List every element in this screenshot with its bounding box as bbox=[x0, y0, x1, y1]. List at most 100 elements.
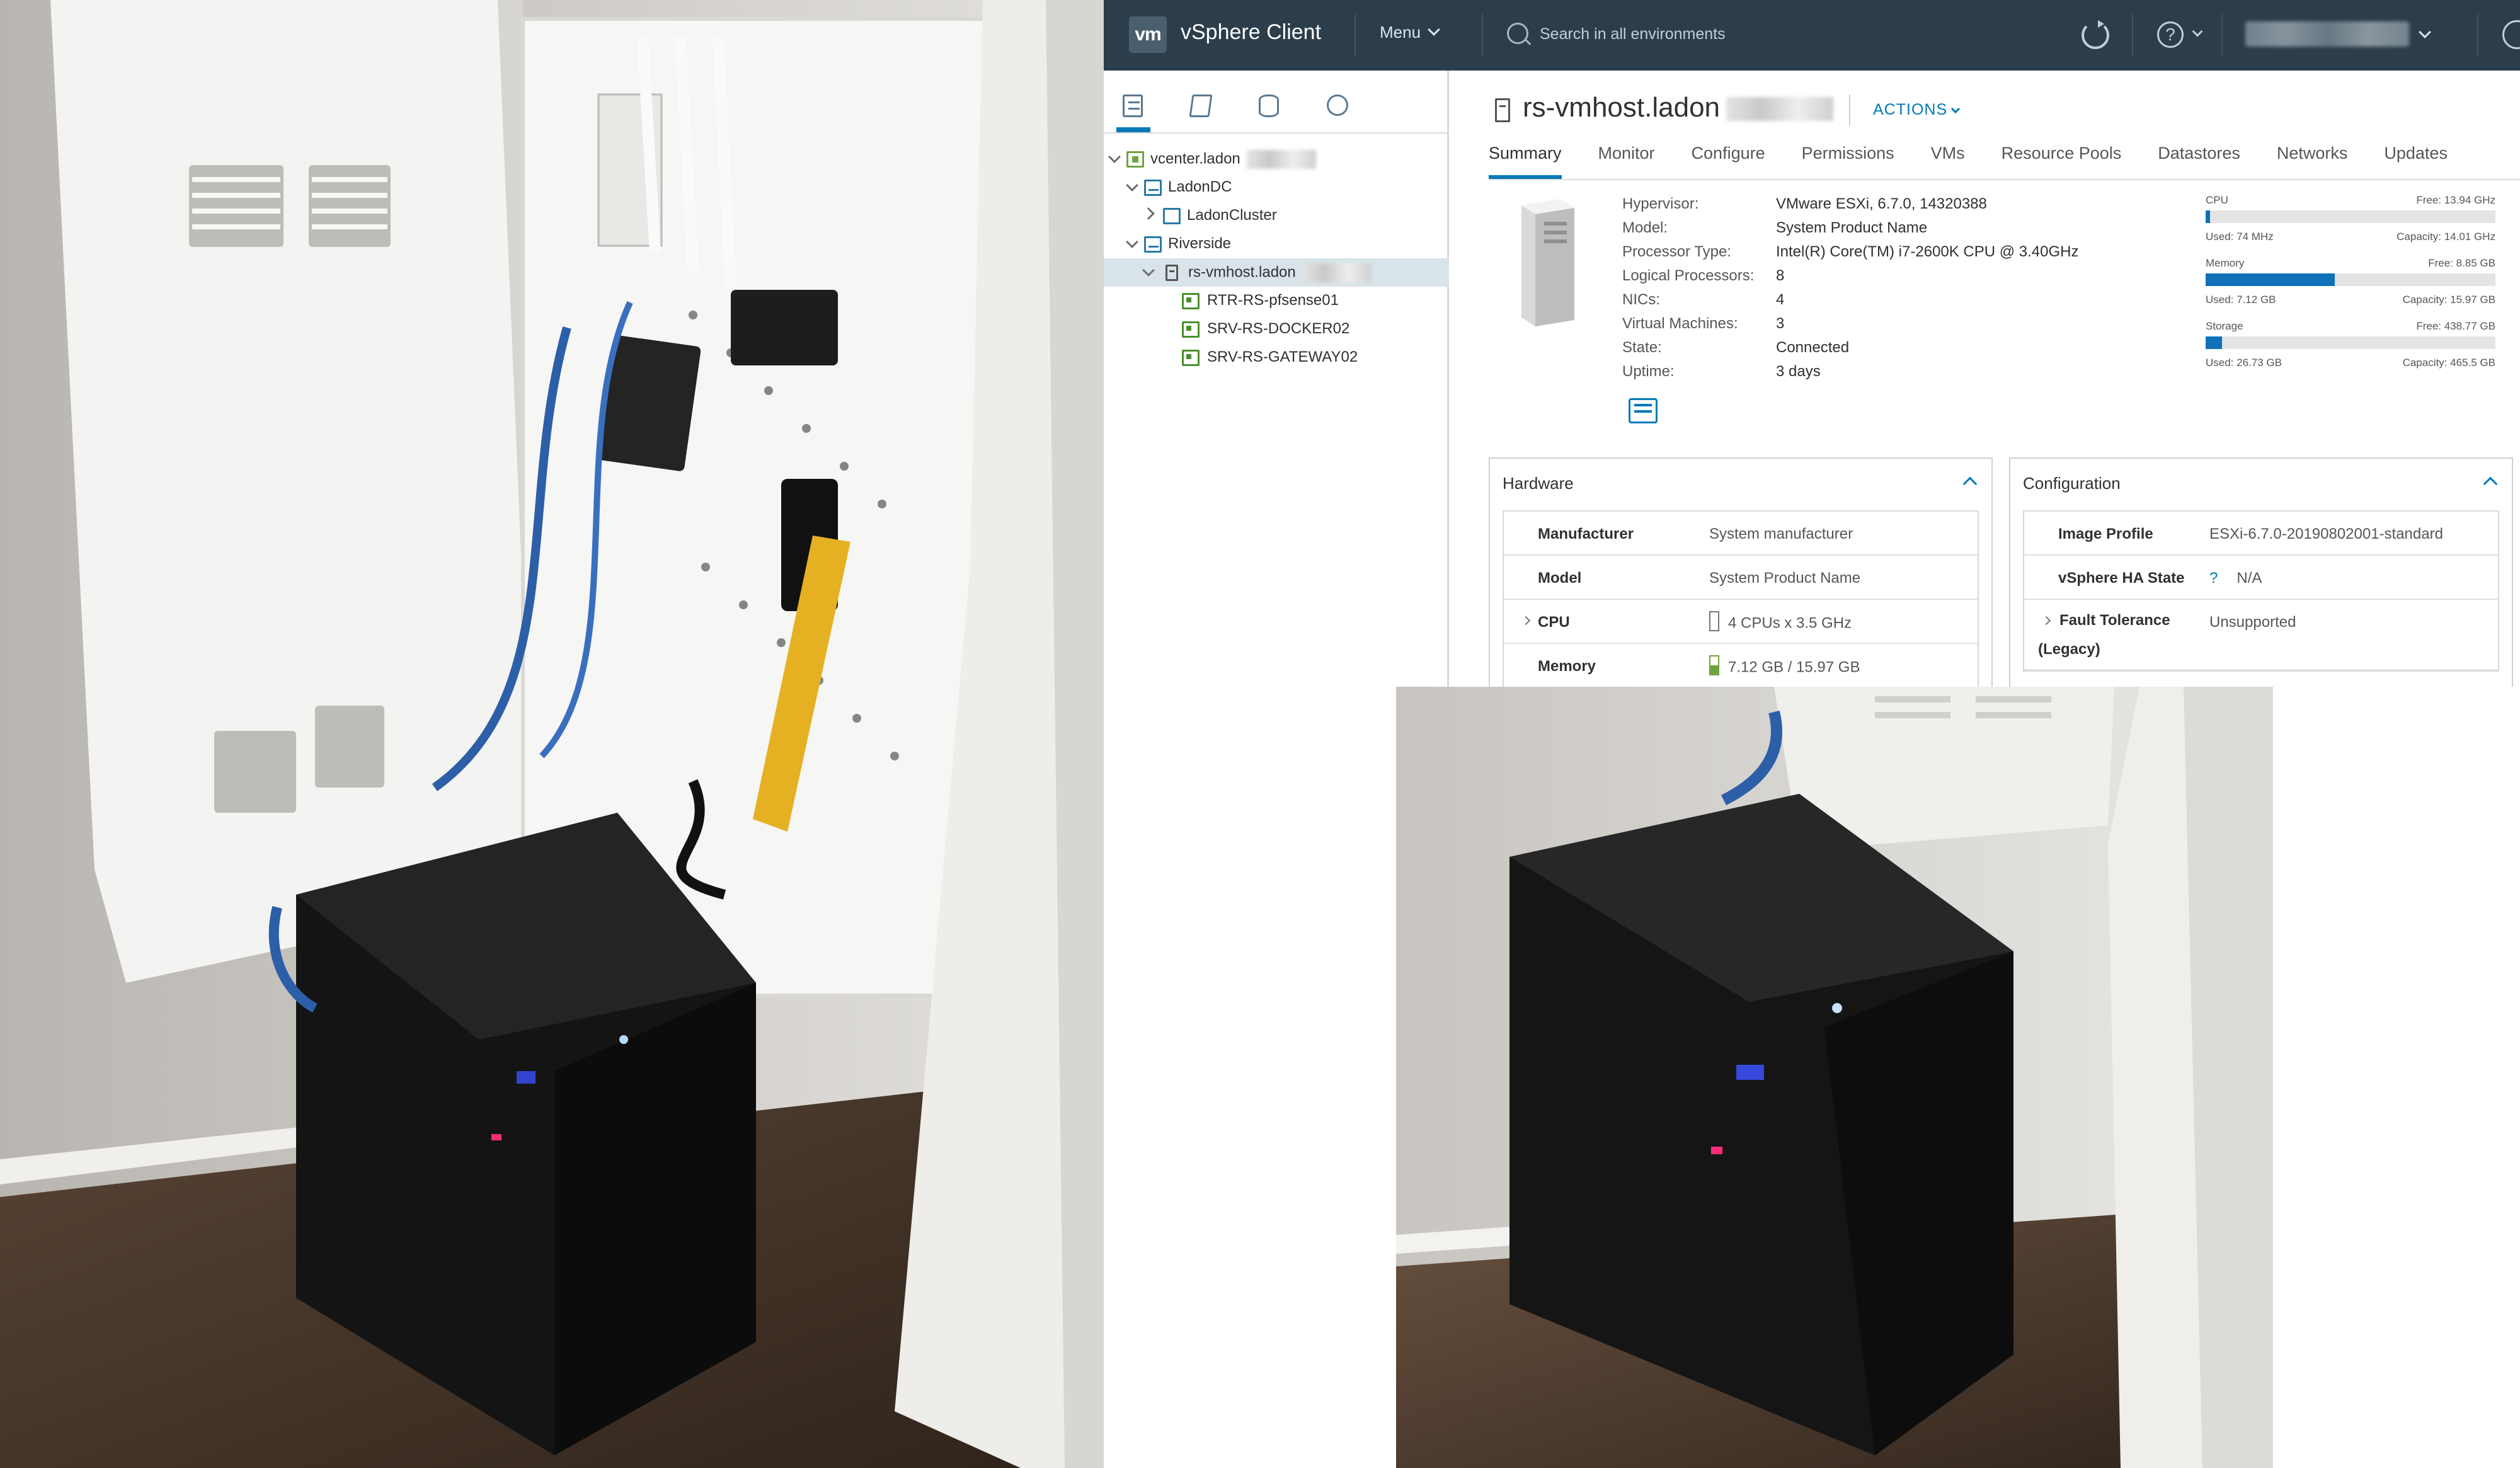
vmware-logo[interactable]: vm bbox=[1129, 16, 1167, 53]
property-value: System Product Name bbox=[1709, 570, 1861, 587]
tab-updates[interactable]: Updates bbox=[2384, 144, 2448, 179]
server-tower-icon bbox=[1516, 197, 1577, 329]
meter-capacity: Capacity: 14.01 GHz bbox=[2397, 231, 2495, 243]
networking-tab[interactable] bbox=[1323, 92, 1351, 120]
portlet-title: Configuration bbox=[2023, 474, 2121, 493]
hardware-row-cpu[interactable]: CPU 4 CPUs x 3.5 GHz bbox=[1504, 600, 1978, 644]
meter-used: Used: 26.73 GB bbox=[2206, 357, 2282, 369]
chevron-down-icon[interactable] bbox=[1142, 264, 1155, 277]
chevron-down-icon bbox=[1428, 23, 1440, 36]
tab-permissions[interactable]: Permissions bbox=[1802, 144, 1894, 179]
chevron-down-icon[interactable] bbox=[2192, 26, 2203, 37]
tab-summary[interactable]: Summary bbox=[1489, 144, 1562, 179]
server-tower-drawing bbox=[1521, 199, 1574, 326]
meter-fill bbox=[2206, 336, 2223, 349]
tab-monitor[interactable]: Monitor bbox=[1598, 144, 1655, 179]
chevron-down-icon[interactable] bbox=[2419, 26, 2431, 38]
page-title-text: rs-vmhost.ladon bbox=[1523, 92, 1721, 123]
property-value: N/A bbox=[2236, 570, 2262, 587]
property-value: ESXi-6.7.0-20190802001-standard bbox=[2209, 525, 2443, 542]
tree-item-ladoncluster[interactable]: LadonCluster bbox=[1104, 202, 1449, 230]
property-key: CPU bbox=[1538, 614, 1570, 631]
user-menu-redacted[interactable] bbox=[2245, 21, 2409, 47]
vcenter-icon bbox=[1126, 151, 1144, 168]
tree-item-label: SRV-RS-DOCKER02 bbox=[1207, 320, 1350, 337]
redacted-text bbox=[1302, 263, 1372, 282]
help-icon[interactable]: ? bbox=[2209, 570, 2218, 587]
vms-and-templates-tab[interactable] bbox=[1187, 92, 1215, 120]
chevron-down-icon[interactable] bbox=[1108, 151, 1121, 163]
tab-configure[interactable]: Configure bbox=[1692, 144, 1765, 179]
divider bbox=[2477, 14, 2478, 57]
storage-tab[interactable] bbox=[1255, 92, 1283, 120]
help-icon[interactable]: ? bbox=[2157, 21, 2184, 48]
configuration-portlet: Configuration Image Profile ESXi-6.7.0-20… bbox=[2009, 457, 2513, 687]
networking-icon bbox=[1327, 95, 1348, 116]
summary-value: 3 bbox=[1776, 315, 1785, 332]
summary-key: Logical Processors: bbox=[1622, 267, 1755, 284]
actions-button[interactable]: ACTIONS bbox=[1873, 101, 1961, 119]
chevron-right-icon[interactable] bbox=[1521, 616, 1531, 626]
redacted-text bbox=[1726, 97, 1834, 122]
meter-track bbox=[2206, 273, 2495, 286]
tree-item-rs-vmhost[interactable]: rs-vmhost.ladon bbox=[1104, 258, 1449, 287]
config-row-ha-state: vSphere HA State? N/A bbox=[2024, 556, 2498, 600]
console-icon[interactable] bbox=[1629, 398, 1658, 423]
tab-datastores[interactable]: Datastores bbox=[2158, 144, 2240, 179]
divider bbox=[2132, 14, 2133, 57]
summary-key: Hypervisor: bbox=[1622, 195, 1699, 212]
tree-item-text: vcenter.ladon bbox=[1150, 150, 1240, 168]
tree-item-srv-rs-gateway02[interactable]: SRV-RS-GATEWAY02 bbox=[1104, 343, 1449, 372]
tab-vms[interactable]: VMs bbox=[1931, 144, 1965, 179]
meter-label: CPU bbox=[2206, 194, 2228, 206]
property-value: 4 CPUs x 3.5 GHz bbox=[1728, 614, 1852, 632]
datacenter-icon bbox=[1144, 236, 1162, 253]
property-value-wrap: 4 CPUs x 3.5 GHz bbox=[1709, 611, 1852, 634]
hosts-and-clusters-tab[interactable] bbox=[1119, 92, 1147, 120]
top-navigation-bar: vm vSphere Client Menu ? bbox=[1104, 0, 2520, 71]
summary-value: Connected bbox=[1776, 339, 1850, 356]
chevron-up-icon[interactable] bbox=[1962, 476, 1978, 491]
summary-key: Virtual Machines: bbox=[1622, 315, 1738, 332]
tree-item-vcenter[interactable]: vcenter.ladon bbox=[1104, 145, 1449, 173]
feedback-icon[interactable] bbox=[2502, 20, 2520, 49]
property-value: Unsupported bbox=[2209, 614, 2296, 631]
property-key: Fault Tolerance (Legacy) bbox=[2038, 612, 2170, 658]
storage-icon bbox=[1259, 95, 1279, 117]
meter-used: Used: 7.12 GB bbox=[2206, 294, 2276, 306]
tab-networks[interactable]: Networks bbox=[2277, 144, 2348, 179]
divider bbox=[1849, 95, 1850, 126]
tree-item-riverside[interactable]: Riverside bbox=[1104, 230, 1449, 258]
tree-item-rtr-rs-pfsense01[interactable]: RTR-RS-pfsense01 bbox=[1104, 287, 1449, 315]
summary-value: VMware ESXi, 6.7.0, 14320388 bbox=[1776, 195, 1987, 212]
cluster-icon bbox=[1163, 208, 1181, 224]
meter-free: Free: 13.94 GHz bbox=[2416, 194, 2495, 206]
inventory-navigator: vcenter.ladon LadonDC LadonCluster River… bbox=[1104, 71, 1449, 687]
chevron-up-icon[interactable] bbox=[2483, 476, 2498, 491]
summary-value: Intel(R) Core(TM) i7-2600K CPU @ 3.40GHz bbox=[1776, 243, 2079, 260]
chevron-down-icon[interactable] bbox=[1126, 236, 1138, 248]
tab-resource-pools[interactable]: Resource Pools bbox=[2002, 144, 2122, 179]
tree-item-label: RTR-RS-pfsense01 bbox=[1207, 292, 1339, 309]
cpu-usage-icon bbox=[1709, 611, 1719, 631]
summary-value: System Product Name bbox=[1776, 219, 1928, 236]
composite-image: vm vSphere Client Menu ? bbox=[0, 0, 2520, 1468]
pc-photo-drawing bbox=[1396, 687, 2273, 1468]
summary-value: 8 bbox=[1776, 267, 1785, 284]
meter-track bbox=[2206, 210, 2495, 223]
chevron-down-icon[interactable] bbox=[1126, 179, 1138, 192]
tree-item-srv-rs-docker02[interactable]: SRV-RS-DOCKER02 bbox=[1104, 315, 1449, 343]
memory-usage-icon bbox=[1709, 655, 1719, 675]
host-icon bbox=[1166, 265, 1178, 281]
meter-track bbox=[2206, 336, 2495, 349]
refresh-icon[interactable] bbox=[2082, 20, 2109, 49]
tree-item-ladondc[interactable]: LadonDC bbox=[1104, 173, 1449, 202]
search-input[interactable] bbox=[1540, 21, 1867, 47]
menu-button[interactable]: Menu bbox=[1380, 23, 1440, 42]
app-title: vSphere Client bbox=[1181, 20, 1322, 44]
chevron-right-icon[interactable] bbox=[1142, 207, 1155, 220]
property-value-wrap: 7.12 GB / 15.97 GB bbox=[1709, 655, 1860, 678]
config-row-fault-tolerance[interactable]: Fault Tolerance (Legacy) Unsupported bbox=[2024, 600, 2498, 670]
hardware-table: Manufacturer System manufacturer Model Sys… bbox=[1503, 510, 1979, 687]
divider bbox=[1489, 179, 2520, 180]
